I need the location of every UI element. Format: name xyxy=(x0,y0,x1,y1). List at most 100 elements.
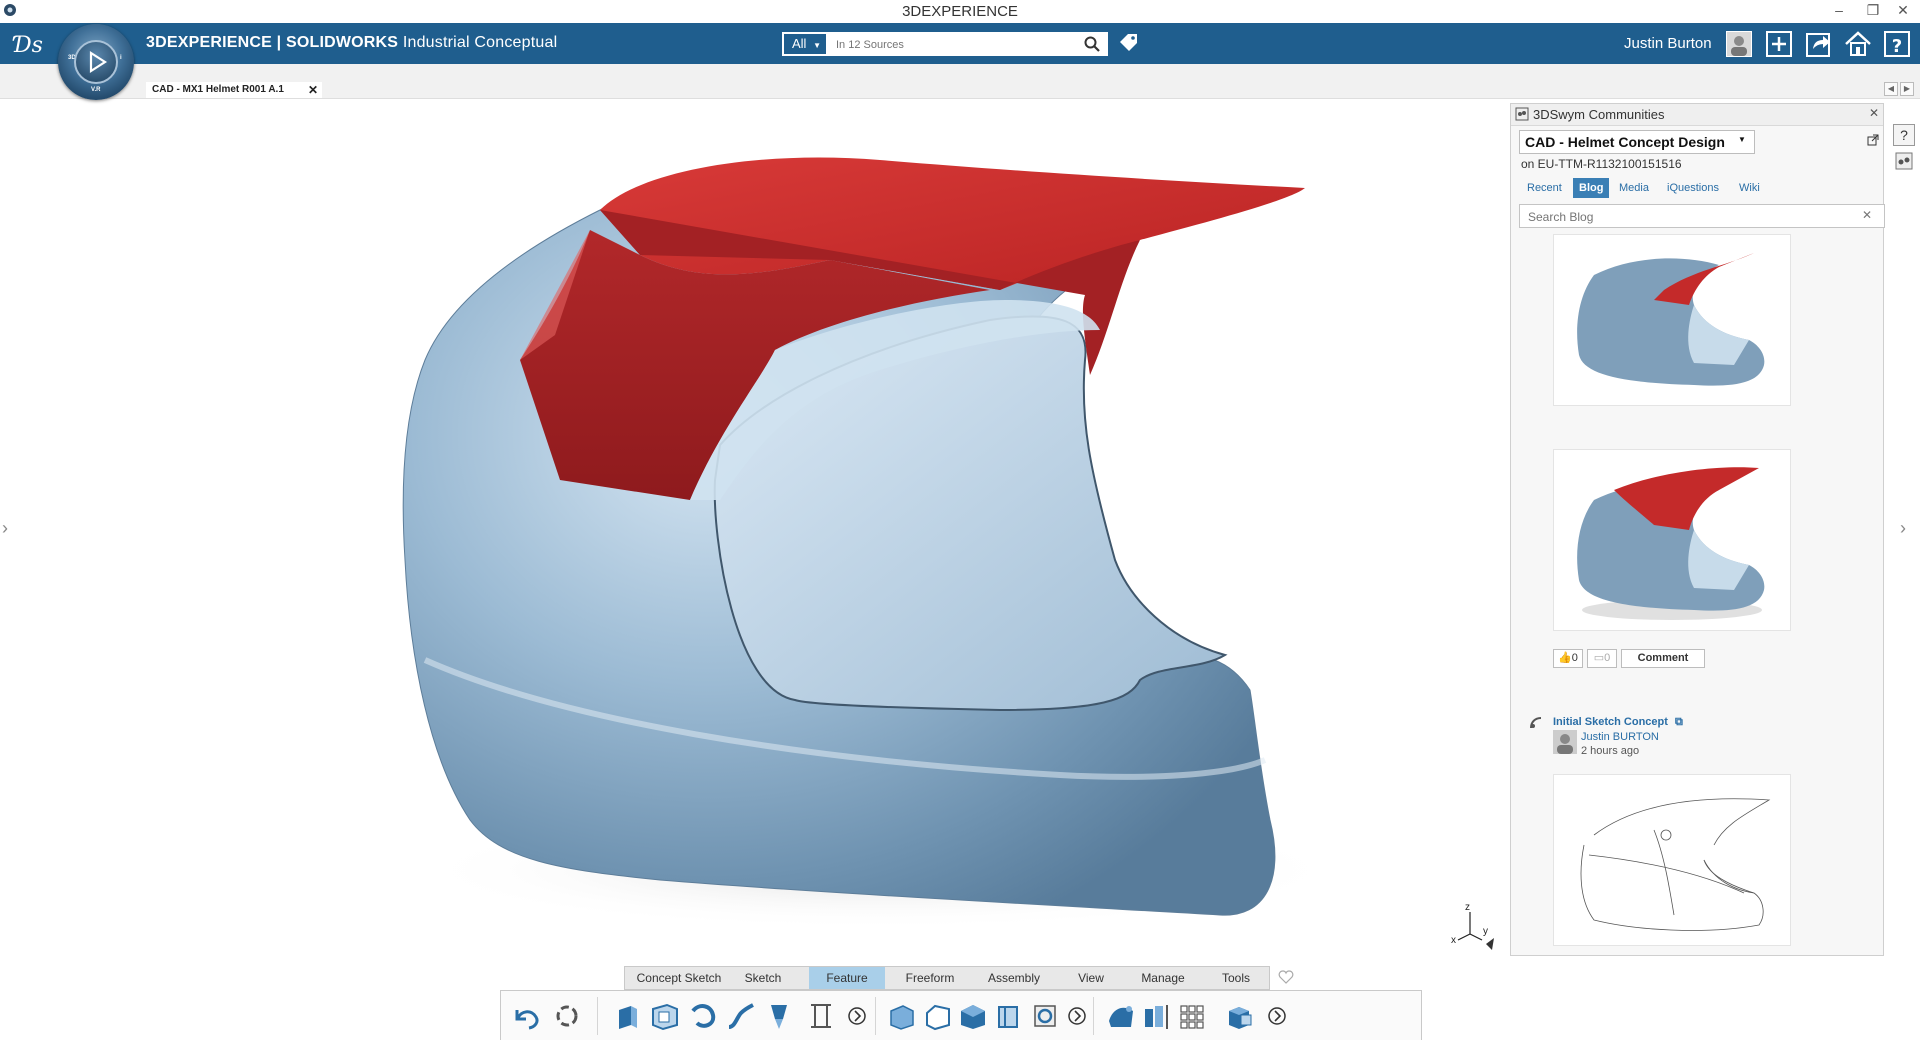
panel-title: 3DSwym Communities xyxy=(1533,107,1665,122)
axis-x-label: x xyxy=(1451,935,1456,946)
search-box[interactable] xyxy=(828,32,1108,56)
comment-button[interactable]: Comment xyxy=(1621,649,1705,668)
external-link-icon[interactable]: ⧉ xyxy=(1675,716,1683,728)
thumbs-up-icon: 👍 xyxy=(1558,652,1572,664)
section-feature[interactable]: Feature xyxy=(809,967,885,989)
hole-icon[interactable] xyxy=(1029,1001,1061,1031)
document-tab[interactable]: CAD - MX1 Helmet R001 A.1 ✕ xyxy=(146,82,322,98)
tag-icon[interactable] xyxy=(1118,32,1140,54)
compass-play-button[interactable] xyxy=(74,40,118,84)
help-icon[interactable]: ? xyxy=(1882,29,1912,59)
post-title[interactable]: Initial Sketch Concept ⧉ xyxy=(1553,716,1683,729)
undo-icon[interactable] xyxy=(509,1001,541,1031)
sketch-thumbnail[interactable] xyxy=(1553,774,1791,946)
swym-icon[interactable] xyxy=(1895,152,1913,170)
ds-logo-icon[interactable]: Ɗs xyxy=(12,30,46,58)
section-freeform[interactable]: Freeform xyxy=(893,967,967,989)
section-manage[interactable]: Manage xyxy=(1127,967,1199,989)
thread-icon[interactable] xyxy=(805,1001,837,1031)
pattern-icon[interactable] xyxy=(1141,1001,1173,1031)
compass-icon[interactable]: 3D i V.R xyxy=(58,24,134,100)
community-dropdown[interactable]: CAD - Helmet Concept Design ▼ xyxy=(1519,130,1755,154)
more-features-icon[interactable] xyxy=(847,1001,867,1031)
helmet-model[interactable] xyxy=(0,99,1505,959)
section-tools[interactable]: Tools xyxy=(1205,967,1267,989)
thickness-icon[interactable] xyxy=(993,1001,1025,1031)
post-title-text[interactable]: Initial Sketch Concept xyxy=(1553,716,1668,728)
section-sketch[interactable]: Sketch xyxy=(733,967,793,989)
blog-search-box[interactable]: ✕ xyxy=(1519,204,1885,228)
shell-icon[interactable] xyxy=(649,1001,681,1031)
blog-search-input[interactable] xyxy=(1526,209,1830,225)
add-icon[interactable] xyxy=(1764,29,1794,59)
tab-recent[interactable]: Recent xyxy=(1521,178,1568,198)
tabs-scroll-left-button[interactable]: ◀ xyxy=(1884,82,1898,96)
revolve-icon[interactable] xyxy=(687,1001,719,1031)
post-author[interactable]: Justin BURTON xyxy=(1581,731,1659,743)
window-title-bar: 3DEXPERIENCE – ❐ ✕ xyxy=(0,0,1920,24)
search-icon[interactable] xyxy=(1084,36,1100,52)
close-icon[interactable]: ✕ xyxy=(308,82,318,98)
left-panel-expand-icon[interactable]: › xyxy=(2,518,16,538)
document-tab-label: CAD - MX1 Helmet R001 A.1 xyxy=(152,84,284,95)
share-icon[interactable] xyxy=(1804,29,1834,59)
tab-blog[interactable]: Blog xyxy=(1573,178,1610,198)
mirror-icon[interactable] xyxy=(1105,1001,1137,1031)
tab-wiki[interactable]: Wiki xyxy=(1733,178,1766,198)
toolbar-separator xyxy=(1093,997,1094,1035)
search-scope-label: All xyxy=(792,36,807,51)
comments-count-button[interactable]: ▭0 xyxy=(1587,649,1617,668)
brand-app: Industrial Conceptual xyxy=(398,34,558,51)
avatar[interactable] xyxy=(1553,730,1577,754)
svg-text:?: ? xyxy=(1892,36,1902,57)
extrude-icon[interactable] xyxy=(613,1001,645,1031)
search-scope-dropdown[interactable]: All ▼ xyxy=(782,32,828,56)
app-brand: 3DEXPERIENCE | SOLIDWORKS Industrial Con… xyxy=(146,34,557,52)
sweep-icon[interactable] xyxy=(725,1001,757,1031)
like-button[interactable]: 👍0 xyxy=(1553,649,1583,668)
chamfer-icon[interactable] xyxy=(921,1001,953,1031)
swym-icon xyxy=(1515,107,1529,121)
3d-viewport[interactable] xyxy=(0,99,1505,959)
post-time: 2 hours ago xyxy=(1581,745,1640,757)
avatar[interactable] xyxy=(1726,31,1752,57)
linear-pattern-icon[interactable] xyxy=(1177,1001,1209,1031)
axis-triad[interactable]: z x y xyxy=(1448,902,1496,954)
chevron-down-icon: ▼ xyxy=(813,41,821,50)
home-icon[interactable] xyxy=(1843,29,1873,59)
section-concept-sketch[interactable]: Concept Sketch xyxy=(625,967,733,989)
help-icon[interactable]: ? xyxy=(1893,124,1915,146)
section-assembly[interactable]: Assembly xyxy=(973,967,1055,989)
restore-button[interactable]: ❐ xyxy=(1856,0,1890,22)
tabs-scroll-right-button[interactable]: ▶ xyxy=(1900,82,1914,96)
external-link-icon[interactable] xyxy=(1867,134,1879,146)
close-window-button[interactable]: ✕ xyxy=(1886,0,1920,22)
draft-icon[interactable] xyxy=(957,1001,989,1031)
community-server: on EU-TTM-R1132100151516 xyxy=(1521,157,1682,171)
media-thumbnail[interactable] xyxy=(1553,234,1791,406)
right-panel-expand-icon[interactable]: › xyxy=(1900,518,1914,538)
action-toolbar xyxy=(500,990,1422,1040)
fillet-icon[interactable] xyxy=(885,1001,917,1031)
tab-iquestions[interactable]: iQuestions xyxy=(1661,178,1725,198)
section-view[interactable]: View xyxy=(1061,967,1121,989)
window-title: 3DEXPERIENCE xyxy=(902,3,1018,20)
component-icon[interactable] xyxy=(1225,1001,1257,1031)
more-tools-icon[interactable] xyxy=(1267,1001,1287,1031)
minimize-button[interactable]: – xyxy=(1822,0,1856,22)
post-type-icon xyxy=(1529,716,1543,730)
communities-panel: 3DSwym Communities ✕ CAD - Helmet Concep… xyxy=(1510,103,1885,956)
rebuild-icon[interactable] xyxy=(551,1001,583,1031)
more-modifiers-icon[interactable] xyxy=(1067,1001,1087,1031)
media-thumbnail[interactable] xyxy=(1553,449,1791,631)
close-icon[interactable]: ✕ xyxy=(1869,106,1879,120)
clear-icon[interactable]: ✕ xyxy=(1862,208,1872,222)
search-input[interactable] xyxy=(834,35,1068,54)
user-name[interactable]: Justin Burton xyxy=(1624,35,1712,52)
axis-z-label: z xyxy=(1465,902,1470,913)
favorites-heart-icon[interactable] xyxy=(1278,969,1294,985)
loft-icon[interactable] xyxy=(763,1001,795,1031)
app-top-bar: Ɗs 3DEXPERIENCE | SOLIDWORKS Industrial … xyxy=(0,23,1920,64)
brand-bold: 3DEXPERIENCE | SOLIDWORKS xyxy=(146,34,399,51)
tab-media[interactable]: Media xyxy=(1613,178,1655,198)
